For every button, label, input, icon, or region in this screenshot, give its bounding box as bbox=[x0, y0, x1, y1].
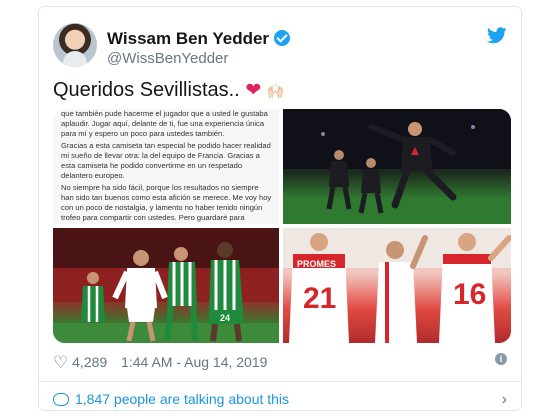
avatar[interactable] bbox=[53, 23, 97, 67]
like-count[interactable]: 4,289 bbox=[72, 354, 107, 370]
jersey-name: PROMES bbox=[297, 259, 336, 269]
team-celebration-scene: PROMES 21 16 bbox=[283, 228, 511, 343]
twitter-bird-icon[interactable] bbox=[487, 27, 507, 44]
red-heart-emoji: ❤ bbox=[245, 80, 262, 101]
letter-paragraph: que también pude hacerme el jugador que … bbox=[61, 109, 268, 138]
tweet-text: Queridos Sevillistas.. ❤ 🙌🏻 bbox=[53, 79, 284, 102]
chevron-right-icon[interactable]: › bbox=[502, 391, 507, 409]
tweet-timestamp[interactable]: 1:44 AM - Aug 14, 2019 bbox=[121, 354, 267, 370]
jersey-number-right: 16 bbox=[453, 278, 486, 311]
tweet-header: Wissam Ben Yedder @WissBenYedder bbox=[53, 21, 507, 69]
talking-about-text[interactable]: 1,847 people are talking about this bbox=[75, 391, 289, 407]
media-grid: que también pude hacerme el jugador que … bbox=[53, 109, 511, 343]
display-name-text[interactable]: Wissam Ben Yedder bbox=[107, 29, 269, 48]
jersey-number-left: 21 bbox=[303, 282, 336, 315]
green-jersey-number: 24 bbox=[220, 313, 230, 323]
raised-hands-emoji: 🙌🏻 bbox=[266, 83, 285, 99]
comment-bubble-icon bbox=[53, 393, 69, 406]
media-celebration-image[interactable] bbox=[283, 109, 511, 224]
letter-paragraph: No siempre ha sido fácil, porque los res… bbox=[61, 183, 272, 224]
user-handle[interactable]: @WissBenYedder bbox=[107, 50, 228, 67]
tweet-card[interactable]: Wissam Ben Yedder @WissBenYedder Querido… bbox=[38, 6, 522, 411]
letter-text: que también pude hacerme el jugador que … bbox=[61, 109, 273, 224]
media-letter-image[interactable]: que también pude hacerme el jugador que … bbox=[53, 109, 279, 224]
divider bbox=[39, 381, 521, 382]
players-scene: 24 bbox=[53, 228, 279, 343]
celebration-scene bbox=[283, 109, 511, 224]
tweet-text-content: Queridos Sevillistas.. bbox=[53, 79, 240, 101]
verified-badge-icon bbox=[274, 30, 291, 46]
heart-outline-icon[interactable]: ♡ bbox=[53, 353, 68, 372]
media-players-image[interactable]: 24 bbox=[53, 228, 279, 343]
talking-about-link[interactable]: 1,847 people are talking about this bbox=[53, 391, 289, 407]
display-name[interactable]: Wissam Ben Yedder bbox=[107, 29, 291, 49]
media-team-celebration-image[interactable]: PROMES 21 16 bbox=[283, 228, 511, 343]
letter-paragraph: Gracias a esta camiseta tan especial he … bbox=[61, 141, 271, 180]
tweet-footer: ♡ 4,289 1:44 AM - Aug 14, 2019 bbox=[53, 353, 267, 373]
info-icon[interactable]: i bbox=[495, 353, 507, 365]
